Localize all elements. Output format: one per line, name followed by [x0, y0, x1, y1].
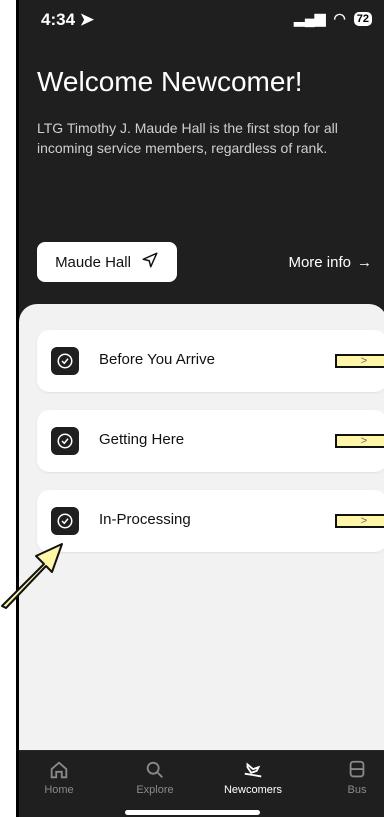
tab-label: Newcomers [223, 784, 283, 796]
tab-newcomers[interactable]: Newcomers [213, 759, 293, 796]
bus-icon [349, 760, 365, 778]
check-circle-icon [51, 347, 79, 375]
signal-icon: ▂▄▆ [294, 10, 326, 26]
status-bar: 4:34 ➤ ▂▄▆ ◠ 72 [19, 0, 384, 40]
more-info-link[interactable]: More info → [288, 254, 372, 271]
more-info-label: More info [288, 254, 351, 271]
app-screen: 4:34 ➤ ▂▄▆ ◠ 72 Welcome Newcomer! LTG Ti… [16, 0, 384, 817]
tab-explore[interactable]: Explore [115, 759, 195, 796]
tab-bus[interactable]: Bus [317, 759, 384, 796]
wifi-icon: ◠ [333, 10, 346, 26]
card-getting-here[interactable]: Getting Here > [37, 410, 384, 472]
check-circle-icon [51, 427, 79, 455]
card-before-you-arrive[interactable]: Before You Arrive > [37, 330, 384, 392]
status-time: 4:34 ➤ [41, 10, 94, 29]
bottom-tab-bar: Home Explore Newcomers Bus [19, 750, 384, 817]
airplane-landing-icon [244, 762, 262, 778]
card-label: In-Processing [99, 511, 191, 528]
battery-icon: 72 [353, 11, 372, 26]
home-icon [50, 761, 68, 779]
annotation-arrow-icon [1, 543, 63, 609]
home-indicator [125, 810, 260, 815]
maude-hall-button[interactable]: Maude Hall [37, 242, 177, 282]
card-label: Before You Arrive [99, 351, 215, 368]
tab-label: Home [44, 784, 74, 796]
maude-hall-label: Maude Hall [55, 253, 131, 271]
tab-label: Explore [136, 784, 174, 796]
status-icons: ▂▄▆ ◠ 72 [294, 10, 372, 27]
chevron-right-icon[interactable]: > [335, 354, 384, 368]
arrow-right-icon: → [357, 254, 372, 271]
tab-label: Bus [347, 784, 367, 796]
page-title: Welcome Newcomer! [37, 66, 303, 97]
search-icon [146, 761, 163, 778]
navigation-arrow-icon [141, 251, 159, 273]
tab-home[interactable]: Home [19, 759, 99, 796]
chevron-right-icon[interactable]: > [335, 434, 384, 448]
chevron-right-icon[interactable]: > [335, 514, 384, 528]
card-label: Getting Here [99, 431, 185, 448]
page-subtitle: LTG Timothy J. Maude Hall is the first s… [37, 120, 338, 156]
